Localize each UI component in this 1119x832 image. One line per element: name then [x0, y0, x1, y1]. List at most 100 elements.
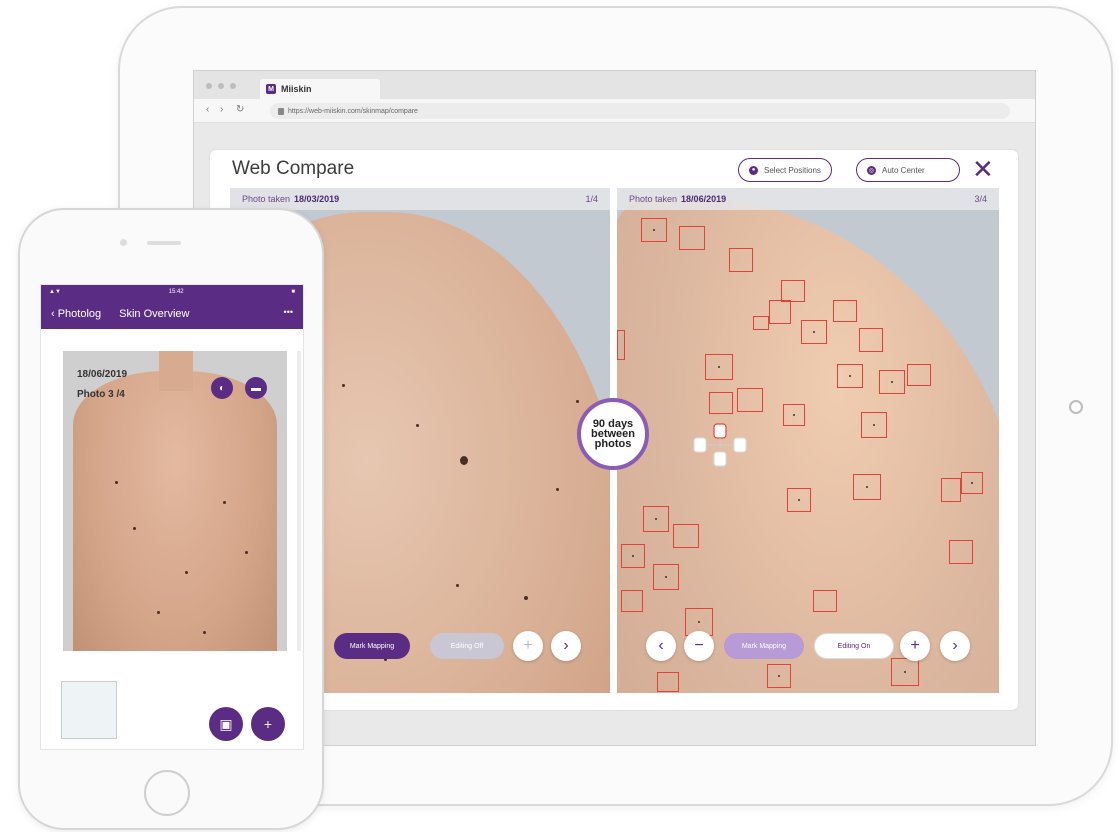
more-menu-icon[interactable]: ••• [284, 307, 293, 317]
mole-marker[interactable] [737, 388, 763, 412]
window-maximize-dot[interactable] [230, 83, 236, 89]
browser-tabbar: M Miiskin [194, 71, 1035, 99]
mole-marker[interactable] [853, 474, 881, 500]
right-previous-button[interactable]: ‹ [646, 631, 676, 661]
mole-marker[interactable] [941, 478, 961, 502]
mole [185, 571, 188, 574]
right-next-button[interactable]: › [940, 631, 970, 661]
mole-marker[interactable] [729, 248, 753, 272]
neck [159, 351, 193, 391]
reload-icon[interactable]: ↻ [236, 104, 244, 115]
body-map-thumbnail[interactable] [61, 681, 117, 739]
phone-status-bar: ▲▼ 15:42 ■ [41, 285, 303, 299]
right-zoom-in-button[interactable]: + [900, 631, 930, 661]
back-arrow-icon[interactable]: ‹ [206, 104, 209, 115]
mole [245, 551, 248, 554]
right-editing-toggle[interactable]: Editing On [814, 633, 894, 659]
days-between-badge: 90 days between photos [577, 398, 649, 470]
photo-counter: 3/4 [974, 194, 987, 204]
select-positions-button[interactable]: ● Select Positions [738, 158, 832, 182]
address-bar: ‹ › ↻ https://web-miiskin.com/skinmap/co… [194, 99, 1035, 123]
tablet-home-button [1069, 400, 1083, 414]
mole [115, 481, 118, 484]
photo-scrollbar[interactable] [297, 351, 301, 651]
back-skin [73, 371, 277, 651]
compare-icon[interactable]: ◐ [211, 377, 233, 399]
move-crosshair-icon[interactable] [690, 420, 750, 470]
mole-marker[interactable] [679, 226, 705, 250]
right-photo-panel[interactable]: Photo taken 18/06/2019 3/4 [617, 188, 999, 693]
mole-marker[interactable] [781, 280, 805, 302]
left-next-button[interactable]: › [551, 631, 581, 661]
page-title: Web Compare [232, 158, 355, 179]
select-positions-label: Select Positions [764, 165, 821, 175]
left-zoom-in-button[interactable]: + [513, 631, 543, 661]
mole-marker[interactable] [837, 364, 863, 388]
right-photo-header: Photo taken 18/06/2019 [617, 188, 999, 210]
mole-marker[interactable] [801, 320, 827, 344]
days-badge-line-3: photos [594, 438, 632, 450]
url-text: https://web-miiskin.com/skinmap/compare [288, 107, 418, 115]
mole-marker[interactable] [833, 300, 857, 322]
mole-marker[interactable] [653, 564, 679, 590]
mole-marker[interactable] [705, 354, 733, 380]
window-minimize-dot[interactable] [218, 83, 224, 89]
mole-marker[interactable] [891, 658, 919, 686]
close-icon[interactable]: ✕ [972, 156, 994, 182]
left-editing-toggle[interactable]: Editing Off [430, 633, 504, 659]
mole-marker[interactable] [673, 524, 699, 548]
mole-marker[interactable] [861, 412, 887, 438]
left-photo-header: Photo taken 18/03/2019 [230, 188, 610, 210]
mole [342, 384, 345, 387]
right-zoom-out-button[interactable]: − [684, 631, 714, 661]
mole-marker[interactable] [769, 300, 791, 324]
gallery-icon[interactable]: ▣ [209, 707, 243, 741]
mole-marker[interactable] [961, 472, 983, 494]
forward-arrow-icon[interactable]: › [220, 104, 223, 115]
mole-marker[interactable] [643, 506, 669, 532]
mole-marker[interactable] [709, 392, 733, 414]
phone-screen: ▲▼ 15:42 ■ ‹ Photolog Skin Overview ••• … [40, 284, 304, 750]
auto-center-button[interactable]: ◎ Auto Center [856, 158, 960, 182]
mole-marker[interactable] [813, 590, 837, 612]
miiskin-logo-icon: M [266, 84, 276, 94]
mole-marker[interactable] [621, 590, 643, 612]
mole-marker[interactable] [949, 540, 973, 564]
photo-counter: 1/4 [585, 194, 598, 204]
mole [203, 631, 206, 634]
photo-date: 18/06/2019 [681, 194, 727, 204]
mole [416, 424, 419, 427]
mole-marker[interactable] [907, 364, 931, 386]
mole-marker[interactable] [617, 330, 625, 360]
photolog-back-button[interactable]: ‹ Photolog [51, 308, 101, 320]
photo-taken-label: Photo taken [242, 194, 291, 204]
phone-speaker [147, 241, 181, 245]
mole-marker[interactable] [859, 328, 883, 352]
mole-marker[interactable] [621, 544, 645, 568]
window-close-dot[interactable] [206, 83, 212, 89]
mole-marker[interactable] [879, 370, 905, 394]
mole [133, 527, 136, 530]
mole [157, 611, 160, 614]
phone-screen-title: Skin Overview [119, 308, 190, 320]
target-icon: ◎ [867, 165, 876, 175]
mole [556, 488, 559, 491]
mole [456, 584, 459, 587]
mole-marker[interactable] [641, 218, 667, 242]
left-mark-mapping-button[interactable]: Mark Mapping [334, 633, 410, 659]
lock-icon [278, 107, 284, 115]
mole-marker[interactable] [657, 672, 679, 692]
browser-tab[interactable]: M Miiskin [260, 79, 380, 99]
status-time: 15:42 [168, 289, 184, 295]
phone-photo-date: 18/06/2019 [77, 369, 128, 380]
mole-marker[interactable] [767, 664, 791, 688]
mole-marker[interactable] [787, 488, 811, 512]
signal-icon: ▲▼ [49, 289, 61, 295]
notes-icon[interactable]: ▬ [245, 377, 267, 399]
mole-marker[interactable] [783, 404, 805, 426]
mole-marker[interactable] [753, 316, 769, 330]
mole [223, 501, 226, 504]
url-input[interactable]: https://web-miiskin.com/skinmap/compare [270, 103, 1010, 119]
right-mark-mapping-button[interactable]: Mark Mapping [724, 633, 804, 659]
add-photo-button[interactable]: + [251, 707, 285, 741]
